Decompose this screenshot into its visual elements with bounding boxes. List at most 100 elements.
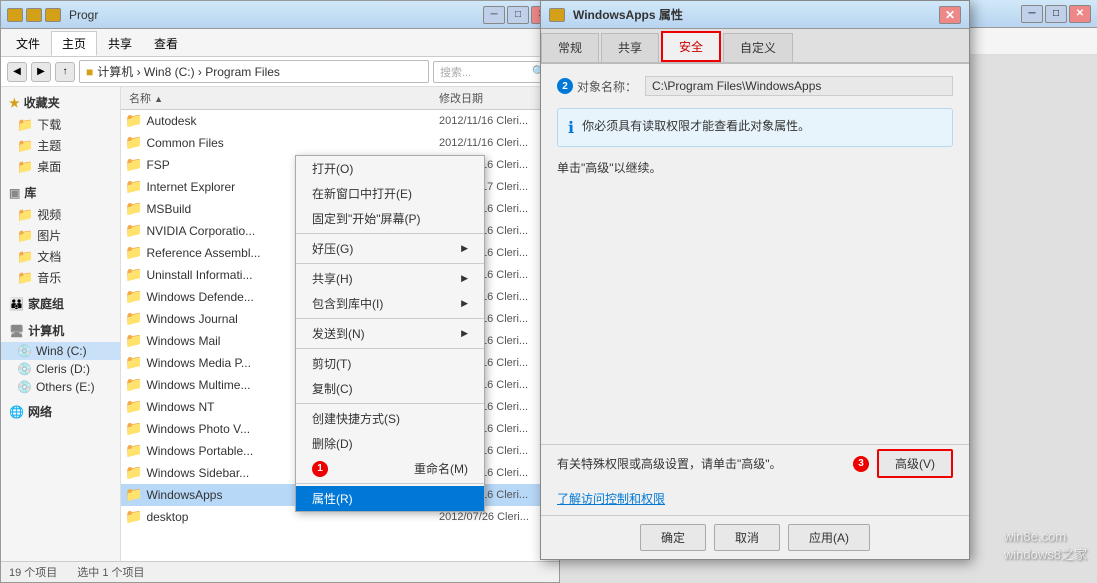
context-haozip[interactable]: 好压(G) ▶ bbox=[296, 236, 484, 261]
context-rename[interactable]: 1重命名(M) bbox=[296, 456, 484, 481]
sidebar-item-desktop[interactable]: 📁 桌面 bbox=[1, 156, 120, 177]
folder-icon: 📁 bbox=[17, 249, 33, 265]
apply-btn[interactable]: 应用(A) bbox=[788, 524, 870, 551]
minimize-btn[interactable]: ─ bbox=[483, 6, 505, 24]
file-row-common-files[interactable]: 📁Common Files 2012/11/16 Cleri... bbox=[121, 132, 559, 154]
ribbon-tab-home[interactable]: 主页 bbox=[51, 31, 97, 56]
object-name-value: C:\Program Files\WindowsApps bbox=[645, 76, 953, 96]
maximize-btn[interactable]: □ bbox=[507, 6, 529, 24]
context-open-new-window[interactable]: 在新窗口中打开(E) bbox=[296, 181, 484, 206]
context-cut[interactable]: 剪切(T) bbox=[296, 351, 484, 376]
sidebar-library-header: ▣ 库 bbox=[1, 181, 120, 204]
search-box[interactable]: 搜索... 🔍 bbox=[433, 61, 553, 83]
dialog-title-bar: WindowsApps 属性 ✕ bbox=[541, 1, 969, 29]
context-include-library[interactable]: 包含到库中(I) ▶ bbox=[296, 291, 484, 316]
context-open[interactable]: 打开(O) bbox=[296, 156, 484, 181]
dialog-body: 2 对象名称： C:\Program Files\WindowsApps ℹ 你… bbox=[541, 64, 969, 444]
sidebar-item-win8c[interactable]: 💿 Win8 (C:) bbox=[1, 342, 120, 360]
sidebar-item-music[interactable]: 📁 音乐 bbox=[1, 267, 120, 288]
advanced-btn[interactable]: 高级(V) bbox=[877, 449, 953, 478]
context-create-shortcut[interactable]: 创建快捷方式(S) bbox=[296, 406, 484, 431]
bg-minimize-btn[interactable]: ─ bbox=[1021, 5, 1043, 23]
bg-title-controls: ─ □ ✕ bbox=[1021, 5, 1091, 23]
dialog-close-btn[interactable]: ✕ bbox=[939, 6, 961, 24]
title-bar-icons bbox=[7, 8, 61, 22]
address-bar: ◀ ▶ ↑ ■ 计算机 › Win8 (C:) › Program Files … bbox=[1, 57, 559, 87]
title-icon-1[interactable] bbox=[7, 8, 23, 22]
title-icon-3[interactable] bbox=[45, 8, 61, 22]
separator-1 bbox=[296, 233, 484, 234]
breadcrumb[interactable]: ■ 计算机 › Win8 (C:) › Program Files bbox=[79, 60, 429, 83]
sidebar-item-clerisd[interactable]: 💿 Cleris (D:) bbox=[1, 360, 120, 378]
separator-3 bbox=[296, 318, 484, 319]
folder-icon: 📁 bbox=[125, 244, 142, 261]
context-pin-start[interactable]: 固定到"开始"屏幕(P) bbox=[296, 206, 484, 231]
bg-close-btn[interactable]: ✕ bbox=[1069, 5, 1091, 23]
watermark-line2: windows8之家 bbox=[1004, 544, 1087, 563]
sidebar-homegroup: 👪 家庭组 bbox=[1, 292, 120, 315]
drive-icon: 💿 bbox=[17, 344, 32, 358]
watermark-line1: win8e.com bbox=[1004, 529, 1087, 544]
folder-icon: 📁 bbox=[17, 159, 33, 175]
sidebar-item-download[interactable]: 📁 下载 bbox=[1, 114, 120, 135]
context-copy[interactable]: 复制(C) bbox=[296, 376, 484, 401]
cancel-btn[interactable]: 取消 bbox=[714, 524, 780, 551]
up-btn[interactable]: ↑ bbox=[55, 62, 75, 82]
folder-icon: 📁 bbox=[125, 200, 142, 217]
folder-icon: 📁 bbox=[125, 310, 142, 327]
sidebar-item-otherse[interactable]: 💿 Others (E:) bbox=[1, 378, 120, 396]
file-list-header: 名称 ▲ 修改日期 bbox=[121, 87, 559, 110]
network-icon: 🌐 bbox=[9, 405, 24, 419]
sidebar-favorites: ★ 收藏夹 📁 下载 📁 主题 📁 桌面 bbox=[1, 91, 120, 177]
context-sendto[interactable]: 发送到(N) ▶ bbox=[296, 321, 484, 346]
sidebar-computer: 🖥 计算机 💿 Win8 (C:) 💿 Cleris (D:) 💿 Others… bbox=[1, 319, 120, 396]
context-share[interactable]: 共享(H) ▶ bbox=[296, 266, 484, 291]
title-icon-2[interactable] bbox=[26, 8, 42, 22]
status-selected: 选中 1 个项目 bbox=[77, 564, 144, 580]
ok-btn[interactable]: 确定 bbox=[640, 524, 706, 551]
learn-link-row: 了解访问控制和权限 bbox=[541, 486, 969, 515]
dialog-tab-general[interactable]: 常规 bbox=[541, 33, 599, 62]
watermark: win8e.com windows8之家 bbox=[1004, 529, 1087, 563]
learn-link[interactable]: 了解访问控制和权限 bbox=[557, 492, 665, 506]
bg-maximize-btn[interactable]: □ bbox=[1045, 5, 1067, 23]
object-name-row: 2 对象名称： C:\Program Files\WindowsApps bbox=[557, 76, 953, 96]
sidebar-network-header: 🌐 网络 bbox=[1, 400, 120, 423]
sidebar-item-video[interactable]: 📁 视频 bbox=[1, 204, 120, 225]
col-name-header[interactable]: 名称 ▲ bbox=[121, 90, 439, 106]
ribbon-tab-view[interactable]: 查看 bbox=[143, 31, 189, 56]
folder-icon: 📁 bbox=[125, 486, 142, 503]
dialog-tab-share[interactable]: 共享 bbox=[601, 33, 659, 62]
file-row-autodesk[interactable]: 📁Autodesk 2012/11/16 Cleri... bbox=[121, 110, 559, 132]
context-delete[interactable]: 删除(D) bbox=[296, 431, 484, 456]
folder-icon: 📁 bbox=[125, 288, 142, 305]
folder-icon: 📁 bbox=[17, 138, 33, 154]
dialog-tab-custom[interactable]: 自定义 bbox=[723, 33, 793, 62]
ribbon-tab-file[interactable]: 文件 bbox=[5, 31, 51, 56]
object-name-label: 对象名称： bbox=[577, 78, 637, 95]
sidebar-library: ▣ 库 📁 视频 📁 图片 📁 文档 📁 音乐 bbox=[1, 181, 120, 288]
computer-icon: 🖥 bbox=[9, 324, 24, 338]
folder-icon: 📁 bbox=[125, 376, 142, 393]
arrow-icon: ▶ bbox=[461, 273, 468, 284]
sidebar-homegroup-header: 👪 家庭组 bbox=[1, 292, 120, 315]
ribbon-tab-share[interactable]: 共享 bbox=[97, 31, 143, 56]
ribbon-tabs: 文件 主页 共享 查看 bbox=[1, 29, 559, 56]
info-box: ℹ 你必须具有读取权限才能查看此对象属性。 bbox=[557, 108, 953, 147]
explorer-title-bar: Progr ─ □ ✕ bbox=[1, 1, 559, 29]
sidebar-item-documents[interactable]: 📁 文档 bbox=[1, 246, 120, 267]
forward-btn[interactable]: ▶ bbox=[31, 62, 51, 82]
separator-2 bbox=[296, 263, 484, 264]
folder-icon: 📁 bbox=[125, 332, 142, 349]
dialog-tab-security[interactable]: 安全 bbox=[661, 31, 721, 62]
folder-icon: 📁 bbox=[125, 354, 142, 371]
folder-icon: 📁 bbox=[17, 228, 33, 244]
folder-icon: 📁 bbox=[17, 207, 33, 223]
sidebar-item-pictures[interactable]: 📁 图片 bbox=[1, 225, 120, 246]
dialog-title-text: WindowsApps 属性 bbox=[573, 6, 939, 23]
drive-icon: 💿 bbox=[17, 362, 32, 376]
back-btn[interactable]: ◀ bbox=[7, 62, 27, 82]
folder-icon: 📁 bbox=[17, 117, 33, 133]
sidebar-item-theme[interactable]: 📁 主题 bbox=[1, 135, 120, 156]
context-properties[interactable]: 属性(R) bbox=[296, 486, 484, 511]
